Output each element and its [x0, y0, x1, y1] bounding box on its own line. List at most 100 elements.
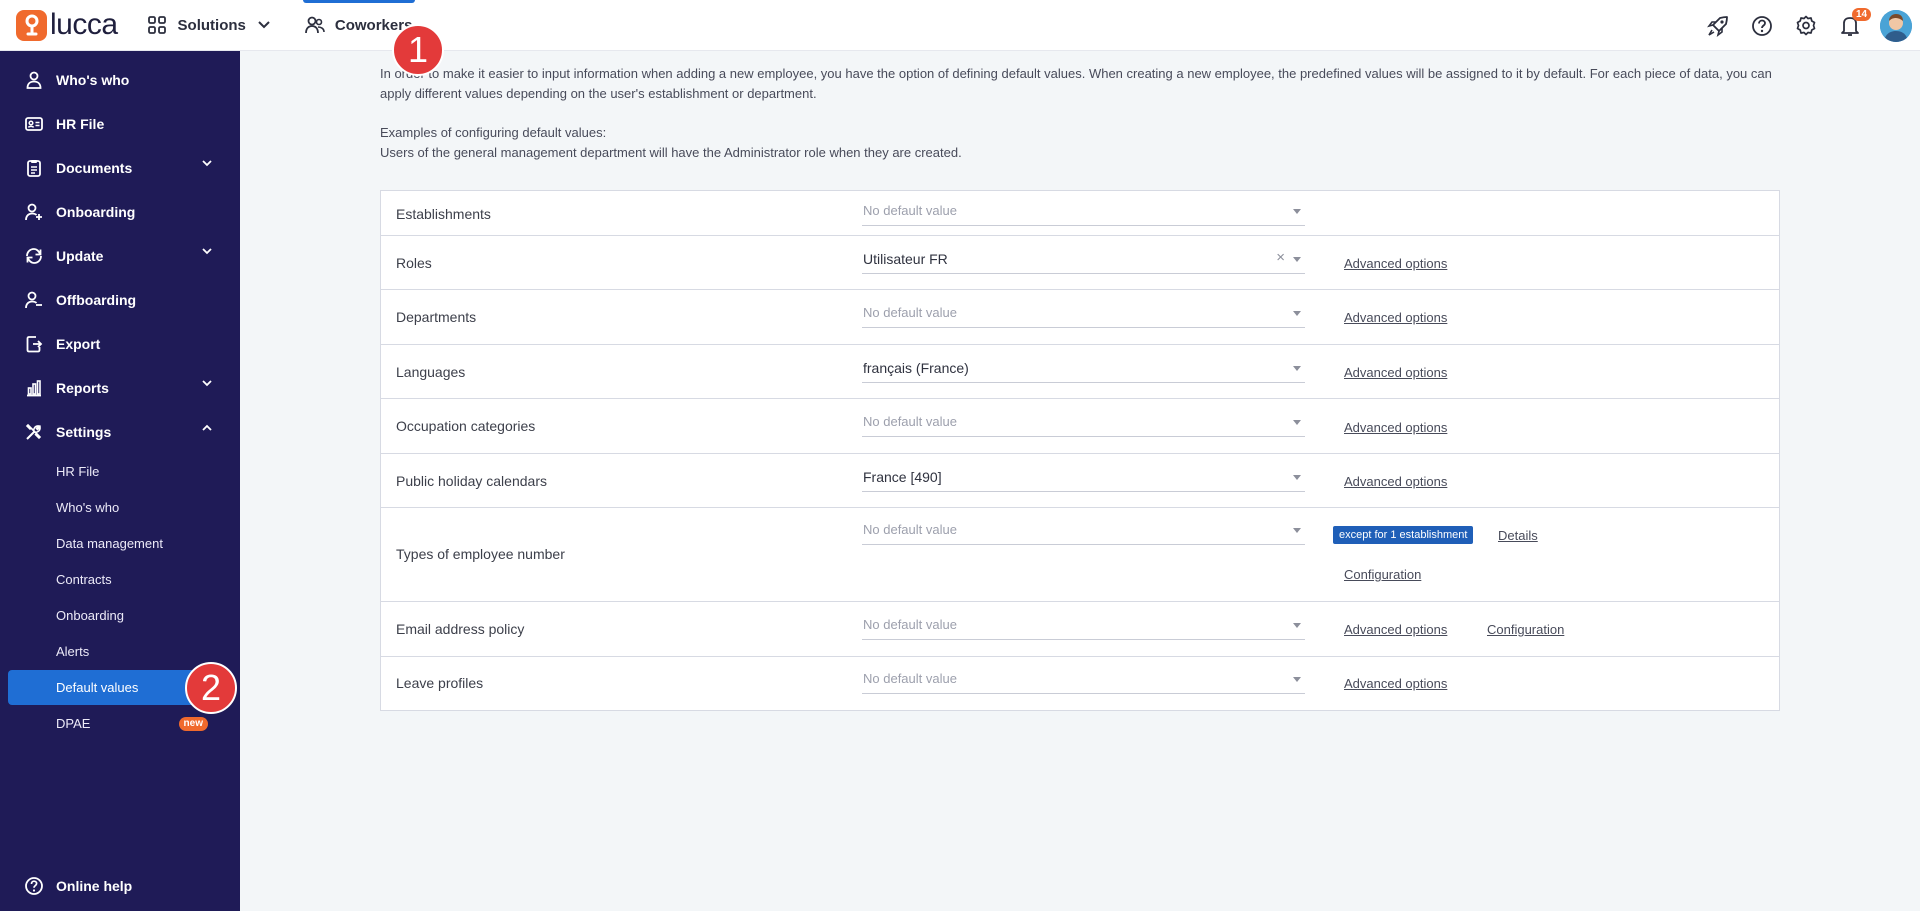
- export-icon: [26, 336, 43, 353]
- languages-select[interactable]: français (France): [862, 353, 1305, 383]
- sidebar-item-label: Onboarding: [56, 204, 136, 220]
- sub-item-label: Onboarding: [56, 608, 124, 623]
- settings-sub-onboarding[interactable]: Onboarding: [8, 598, 232, 633]
- departments-select[interactable]: No default value: [862, 298, 1305, 328]
- chart-icon: [27, 380, 41, 397]
- sub-item-label: Contracts: [56, 572, 112, 587]
- dropdown-arrow-icon: [1293, 677, 1301, 682]
- sub-item-label: Alerts: [56, 644, 90, 659]
- select-value: français (France): [863, 359, 969, 376]
- sidebar-item-export[interactable]: Export: [0, 322, 240, 366]
- roles-select[interactable]: Utilisateur FR ×: [862, 244, 1305, 274]
- public-holiday-select[interactable]: France [490]: [862, 462, 1305, 492]
- avatar-icon: [1880, 9, 1912, 42]
- sidebar: Who's who HR File Documents Onboarding U…: [0, 51, 240, 911]
- roles-advanced-options-link[interactable]: Advanced options: [1344, 256, 1447, 271]
- leave-advanced-options-link[interactable]: Advanced options: [1344, 676, 1447, 691]
- dropdown-arrow-icon: [1293, 209, 1301, 214]
- settings-button[interactable]: [1784, 0, 1828, 51]
- dropdown-arrow-icon: [1293, 623, 1301, 628]
- departments-advanced-options-link[interactable]: Advanced options: [1344, 310, 1447, 325]
- dropdown-arrow-icon: [1293, 420, 1301, 425]
- online-help-link[interactable]: Online help: [0, 864, 240, 908]
- top-bar: lucca Solutions Coworkers 14: [0, 0, 1920, 51]
- step-marker-2: 2: [185, 662, 237, 714]
- table-row-public-holiday-calendars: Public holiday calendars France [490] Ad…: [381, 454, 1779, 508]
- gear-icon: [1796, 15, 1816, 35]
- settings-sub-data-management[interactable]: Data management: [8, 526, 232, 561]
- examples-text: Users of the general management departme…: [380, 145, 962, 160]
- notifications-button[interactable]: 14: [1828, 0, 1872, 51]
- sidebar-item-label: Offboarding: [56, 292, 137, 308]
- sidebar-item-label: Documents: [56, 160, 133, 176]
- intro-paragraph: In order to make it easier to input info…: [380, 66, 1772, 101]
- occupation-categories-select[interactable]: No default value: [862, 407, 1305, 437]
- id-card-icon: [25, 117, 43, 131]
- step-marker-1: 1: [392, 24, 444, 76]
- clear-icon[interactable]: ×: [1276, 249, 1285, 266]
- settings-sub-whos-who[interactable]: Who's who: [8, 490, 232, 525]
- clipboard-icon: [27, 160, 41, 177]
- sidebar-item-documents[interactable]: Documents: [0, 146, 240, 190]
- row-label: Departments: [396, 309, 477, 325]
- person-add-icon: [25, 203, 42, 221]
- row-label: Occupation categories: [396, 418, 536, 434]
- examples-title: Examples of configuring default values:: [380, 125, 607, 140]
- user-avatar[interactable]: [1880, 9, 1912, 42]
- table-row-establishments: Establishments No default value: [381, 191, 1779, 236]
- intro-text: In order to make it easier to input info…: [380, 64, 1780, 163]
- establishments-select[interactable]: No default value: [862, 196, 1305, 226]
- settings-sub-hr-file[interactable]: HR File: [8, 454, 232, 489]
- sidebar-item-whos-who[interactable]: Who's who: [0, 58, 240, 102]
- dropdown-arrow-icon: [1293, 311, 1301, 316]
- employee-number-configuration-link[interactable]: Configuration: [1344, 567, 1421, 582]
- sidebar-item-onboarding[interactable]: Onboarding: [0, 190, 240, 234]
- dropdown-arrow-icon: [1293, 257, 1301, 262]
- employee-number-details-link[interactable]: Details: [1498, 528, 1538, 543]
- chevron-down-icon: [202, 380, 212, 387]
- table-row-employee-number-types: Types of employee number No default valu…: [381, 508, 1779, 602]
- row-label: Languages: [396, 364, 466, 380]
- sub-item-label: DPAE: [56, 716, 91, 731]
- select-placeholder: No default value: [863, 617, 957, 632]
- select-placeholder: No default value: [863, 671, 957, 686]
- help-icon: [25, 877, 43, 895]
- email-configuration-link[interactable]: Configuration: [1487, 622, 1564, 637]
- settings-sub-contracts[interactable]: Contracts: [8, 562, 232, 597]
- occupation-advanced-options-link[interactable]: Advanced options: [1344, 420, 1447, 435]
- sidebar-item-settings[interactable]: Settings: [0, 410, 240, 454]
- lucca-wordmark: lucca: [50, 8, 118, 41]
- rocket-icon: [1707, 15, 1728, 37]
- holiday-advanced-options-link[interactable]: Advanced options: [1344, 474, 1447, 489]
- row-label: Types of employee number: [396, 546, 565, 562]
- email-policy-select[interactable]: No default value: [862, 610, 1305, 640]
- languages-advanced-options-link[interactable]: Advanced options: [1344, 365, 1447, 380]
- person-remove-icon: [25, 291, 42, 309]
- email-advanced-options-link[interactable]: Advanced options: [1344, 622, 1447, 637]
- notification-count-badge: 14: [1852, 8, 1872, 21]
- sidebar-item-label: Reports: [56, 380, 109, 396]
- table-row-languages: Languages français (France) Advanced opt…: [381, 345, 1779, 399]
- sub-item-label: HR File: [56, 464, 100, 479]
- sidebar-item-offboarding[interactable]: Offboarding: [0, 278, 240, 322]
- rocket-button[interactable]: [1696, 0, 1740, 51]
- sub-item-label: Default values: [56, 680, 139, 695]
- select-placeholder: No default value: [863, 203, 957, 218]
- new-badge: new: [178, 717, 208, 731]
- sub-item-label: Who's who: [56, 500, 120, 515]
- row-label: Email address policy: [396, 621, 525, 637]
- help-button[interactable]: [1740, 0, 1784, 51]
- people-icon: [304, 16, 325, 34]
- person-icon: [26, 71, 42, 89]
- exception-tag: except for 1 establishment: [1333, 526, 1474, 544]
- leave-profiles-select[interactable]: No default value: [862, 664, 1305, 694]
- dropdown-arrow-icon: [1293, 475, 1301, 480]
- employee-number-select[interactable]: No default value: [862, 515, 1305, 545]
- table-row-leave-profiles: Leave profiles No default value Advanced…: [381, 657, 1779, 710]
- sidebar-item-hr-file[interactable]: HR File: [0, 102, 240, 146]
- sidebar-item-update[interactable]: Update: [0, 234, 240, 278]
- solutions-menu[interactable]: Solutions: [147, 0, 270, 51]
- select-value: France [490]: [863, 468, 942, 485]
- sidebar-item-reports[interactable]: Reports: [0, 366, 240, 410]
- lucca-logo[interactable]: lucca: [16, 8, 118, 41]
